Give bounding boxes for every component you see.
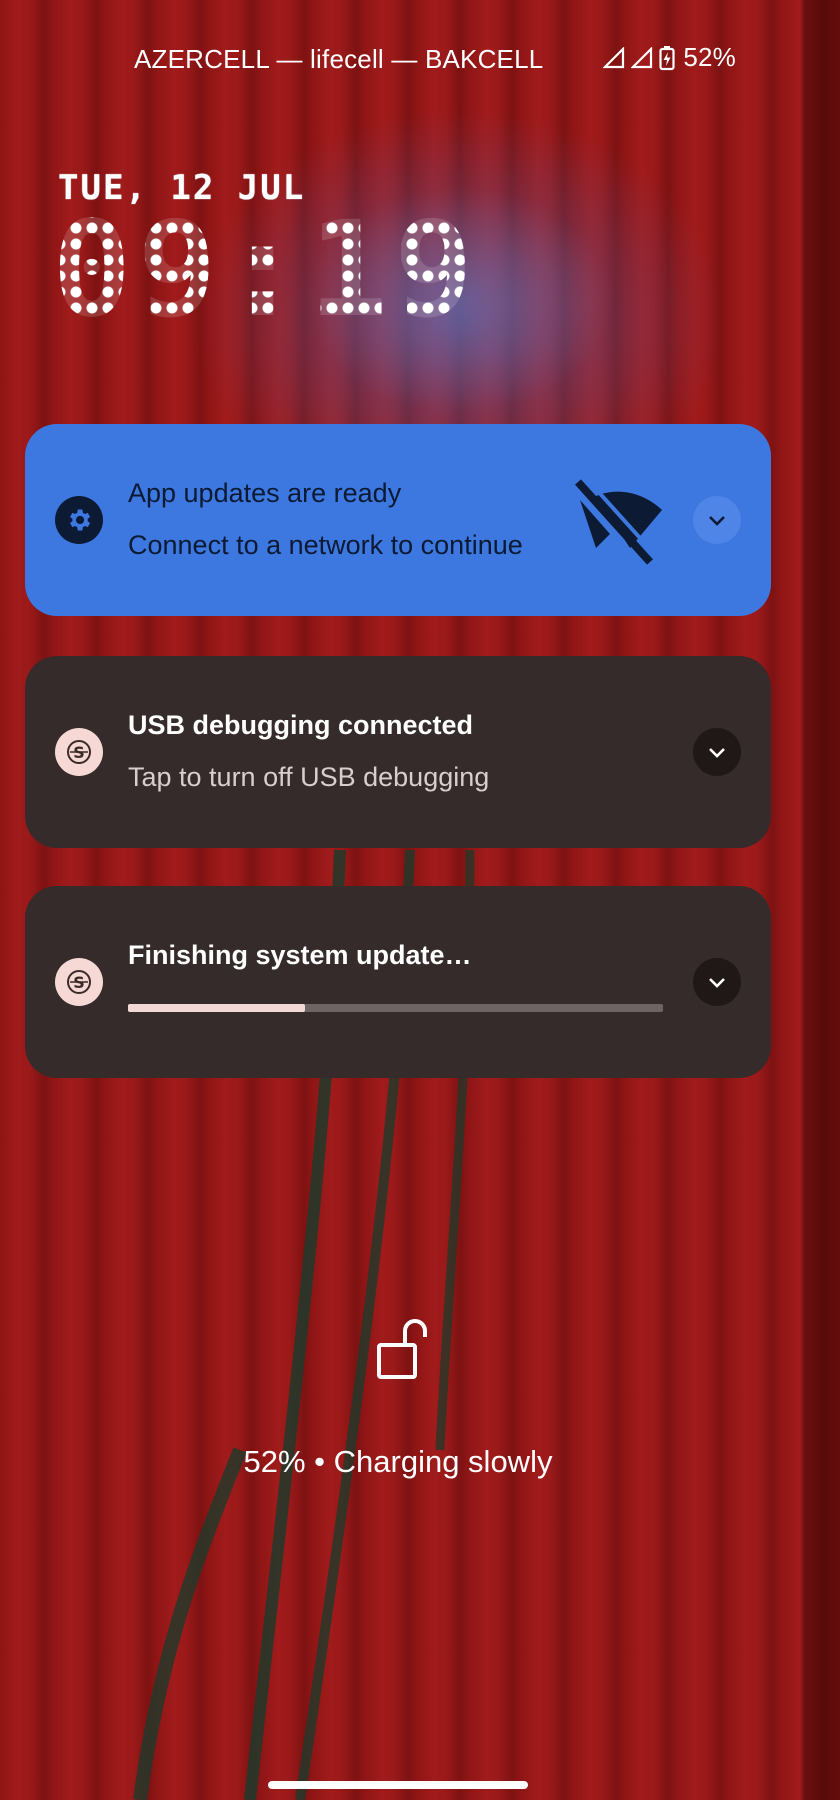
carrier-names: AZERCELL — lifecell — BAKCELL [134, 44, 544, 74]
gear-icon [55, 496, 103, 544]
status-bar: AZERCELL — lifecell — BAKCELL 52% [0, 38, 840, 78]
expand-button[interactable] [693, 496, 741, 544]
notification-subtitle: Connect to a network to continue [128, 530, 523, 560]
signal-icon [631, 46, 653, 68]
home-indicator[interactable] [268, 1781, 528, 1789]
expand-button[interactable] [693, 958, 741, 1006]
notification-title: App updates are ready [128, 478, 402, 508]
system-icon: S [55, 958, 103, 1006]
system-icon: S [55, 728, 103, 776]
update-progress-fill [128, 1004, 305, 1012]
chevron-down-icon [709, 748, 725, 758]
signal-icon [603, 46, 625, 68]
battery-charging-icon [659, 45, 675, 70]
update-progress-bar [128, 1004, 663, 1012]
unlocked-padlock-icon[interactable] [375, 1315, 431, 1387]
battery-percent: 52% [683, 42, 736, 72]
notification-subtitle: Tap to turn off USB debugging [128, 762, 490, 792]
status-icons: 52% [603, 42, 736, 73]
notification-app-updates[interactable]: App updates are ready Connect to a netwo… [25, 424, 771, 616]
chevron-down-icon [709, 978, 725, 988]
wifi-off-icon [575, 476, 662, 565]
lockscreen-time: 09:19 [52, 193, 480, 347]
notification-usb-debugging[interactable]: S USB debugging connected Tap to turn of… [25, 656, 771, 848]
charging-status: 52% • Charging slowly [243, 1444, 553, 1479]
notification-system-update[interactable]: S Finishing system update… [25, 886, 771, 1078]
notification-title: Finishing system update… [128, 940, 472, 970]
expand-button[interactable] [693, 728, 741, 776]
notification-title: USB debugging connected [128, 710, 474, 740]
chevron-down-icon [709, 516, 725, 526]
